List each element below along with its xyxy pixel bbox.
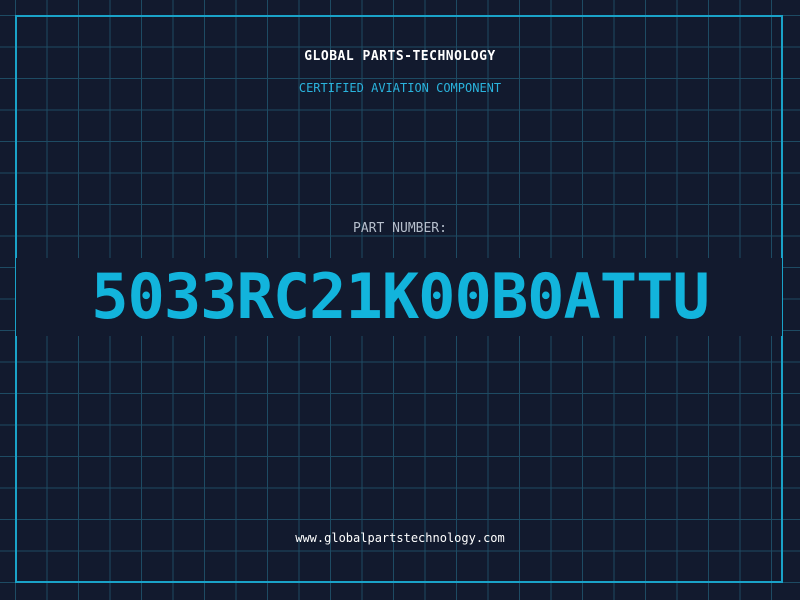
website-url: www.globalpartstechnology.com	[295, 531, 505, 545]
part-number-label: PART NUMBER:	[353, 221, 447, 236]
part-number-value: 5033RC21K00B0ATTU	[91, 260, 710, 333]
brand-subtitle: CERTIFIED AVIATION COMPONENT	[298, 81, 502, 95]
brand-title: GLOBAL PARTS-TECHNOLOGY	[304, 49, 496, 64]
